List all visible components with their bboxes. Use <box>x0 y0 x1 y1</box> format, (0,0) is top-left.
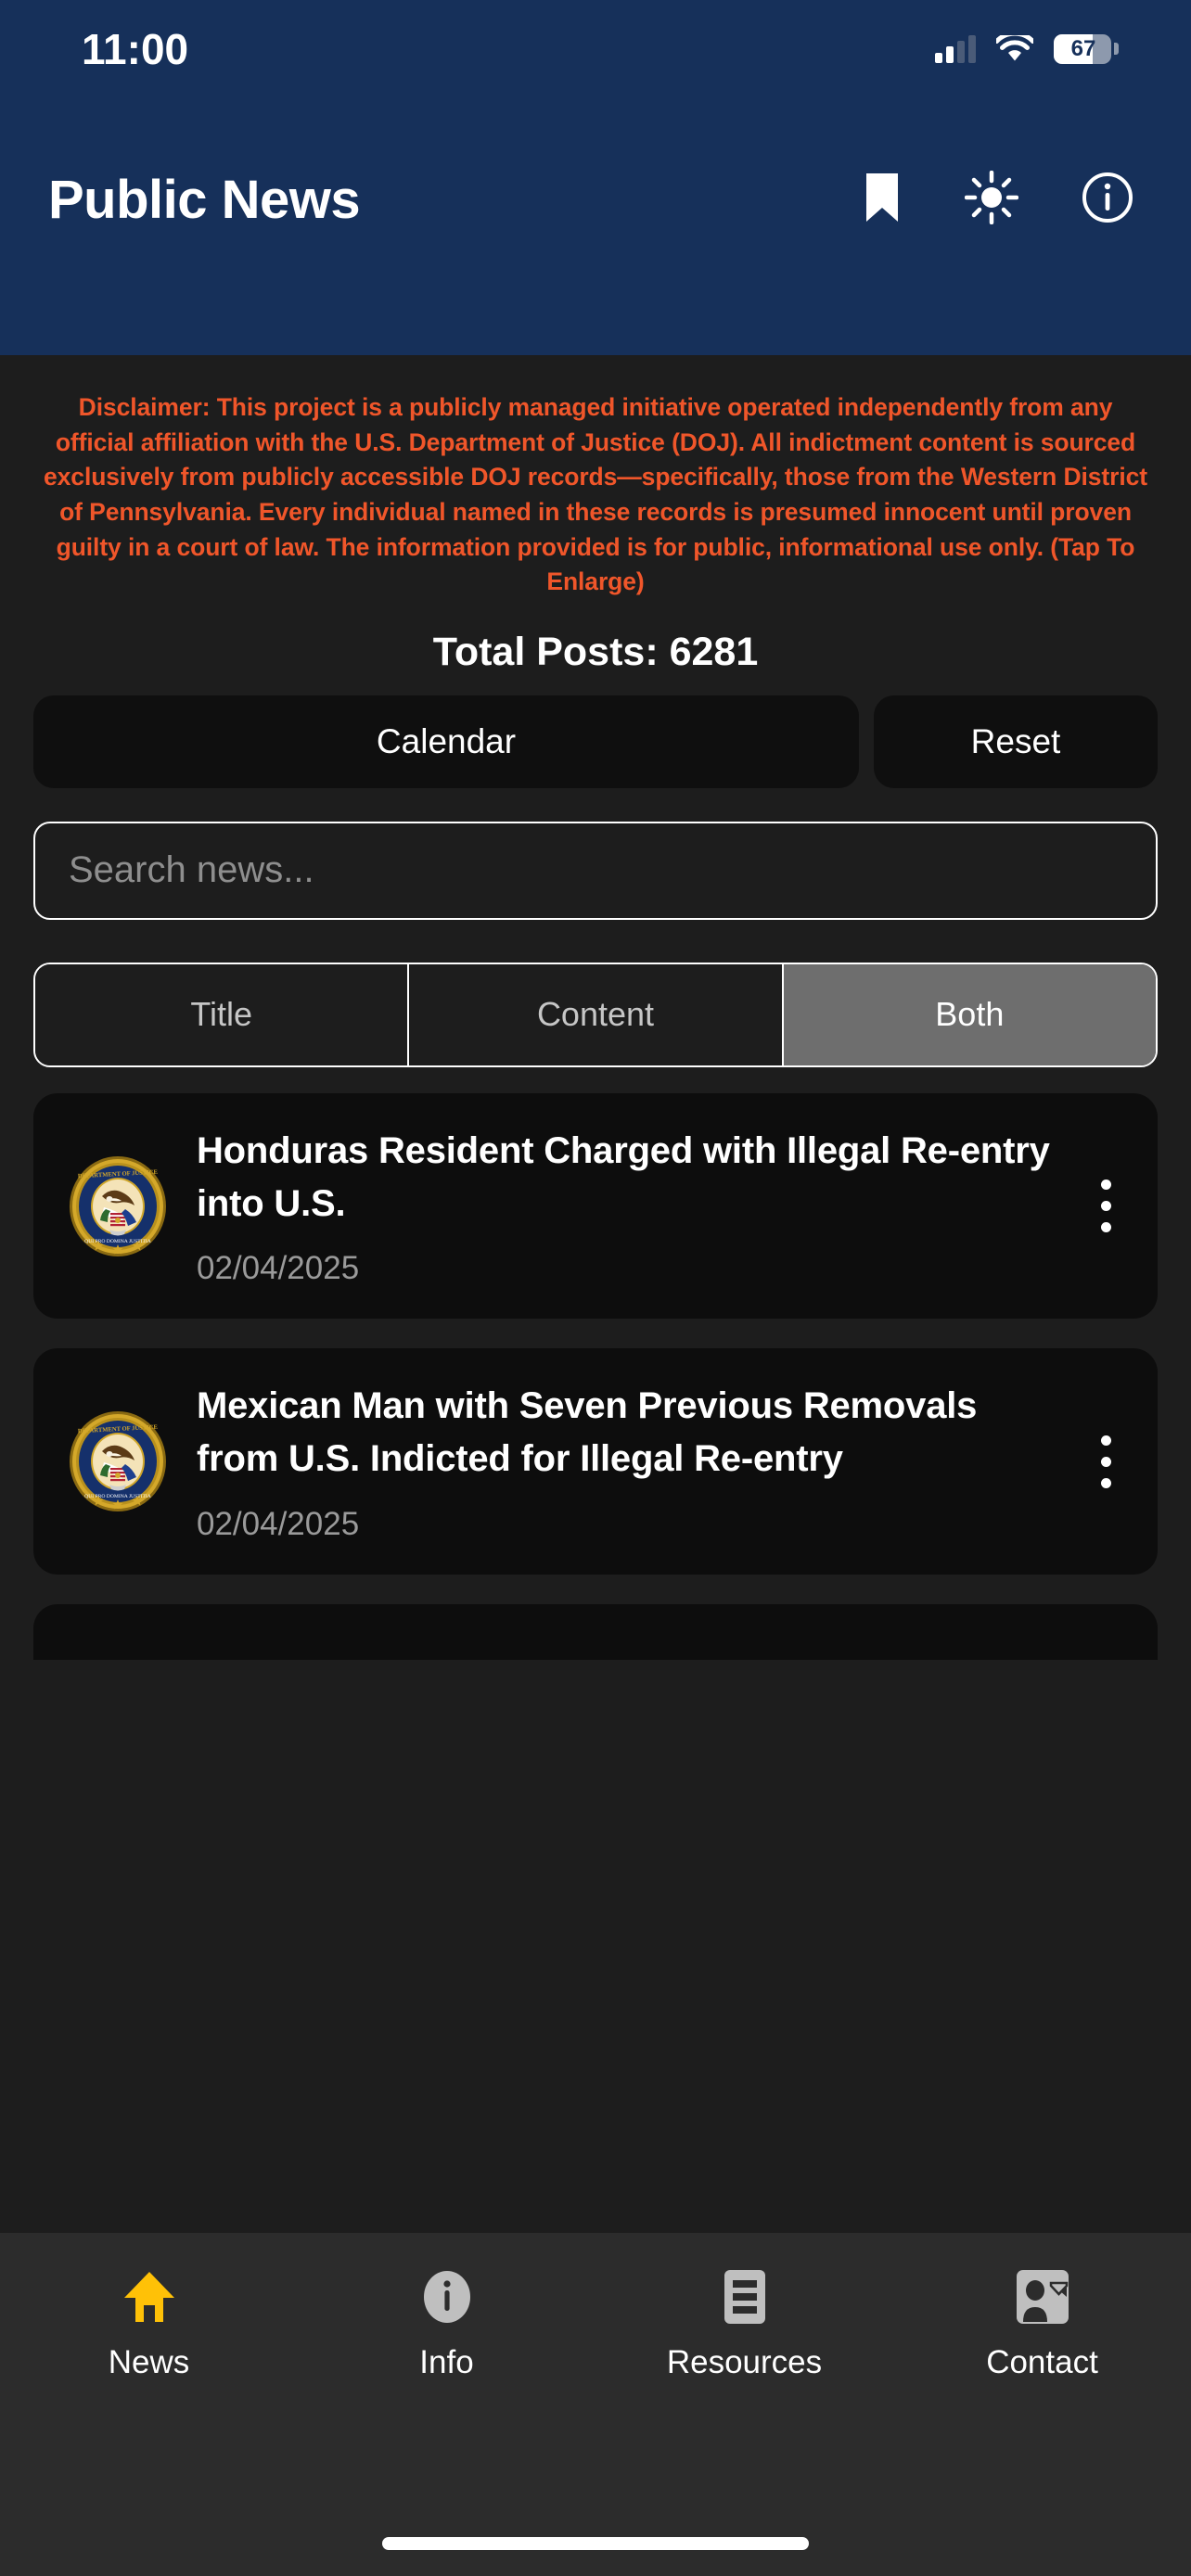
list-item[interactable]: DEPARTMENT OF JUSTICE QUI PRO DOMINA JUS… <box>33 1092 1158 1320</box>
kebab-menu-icon[interactable] <box>1085 1180 1126 1233</box>
app-screen: 11:00 67 Public News Disclaimer: This pr… <box>0 0 1191 2576</box>
tab-info[interactable]: Info <box>298 2268 596 2381</box>
search-container: Search news... <box>0 788 1191 920</box>
battery-percent: 67 <box>1070 35 1096 61</box>
action-button-row: Calendar Reset <box>0 675 1191 788</box>
news-title: Mexican Man with Seven Previous Removals… <box>197 1385 978 1480</box>
reset-button[interactable]: Reset <box>874 695 1158 788</box>
info-circle-icon <box>420 2268 474 2326</box>
list-document-icon <box>721 2268 769 2326</box>
calendar-button[interactable]: Calendar <box>33 695 859 788</box>
disclaimer-text[interactable]: Disclaimer: This project is a publicly m… <box>0 355 1191 600</box>
list-item[interactable]: DEPARTMENT OF JUSTICE QUI PRO DOMINA JUS… <box>33 1348 1158 1575</box>
news-date: 02/04/2025 <box>197 1250 360 1287</box>
home-icon <box>121 2268 178 2326</box>
status-bar: 11:00 67 <box>0 0 1191 97</box>
brightness-icon[interactable] <box>964 170 1019 229</box>
tab-label: Info <box>419 2344 474 2380</box>
doj-seal-icon: DEPARTMENT OF JUSTICE QUI PRO DOMINA JUS… <box>67 1410 169 1512</box>
kebab-menu-icon[interactable] <box>1085 1435 1126 1488</box>
page-title: Public News <box>48 169 361 230</box>
info-circle-icon[interactable] <box>1082 172 1133 228</box>
doj-seal-icon: DEPARTMENT OF JUSTICE QUI PRO DOMINA JUS… <box>67 1155 169 1257</box>
status-time: 11:00 <box>82 24 189 73</box>
tab-news[interactable]: News <box>0 2268 298 2381</box>
news-date: 02/04/2025 <box>197 1505 360 1542</box>
filter-option-content[interactable]: Content <box>409 963 784 1065</box>
tab-contact[interactable]: Contact <box>893 2268 1191 2381</box>
tab-label: Resources <box>666 2344 823 2380</box>
news-title: Honduras Resident Charged with Illegal R… <box>197 1129 1050 1224</box>
tab-resources[interactable]: Resources <box>596 2268 893 2381</box>
total-posts-label: Total Posts: 6281 <box>432 629 759 674</box>
home-indicator[interactable] <box>382 2537 809 2550</box>
app-header: 11:00 67 Public News <box>0 0 1191 355</box>
search-scope-segmented-control: Title Content Both <box>33 962 1158 1067</box>
contact-card-icon <box>1015 2268 1070 2326</box>
battery-icon: 67 <box>1054 33 1119 64</box>
list-item[interactable] <box>33 1603 1158 1660</box>
filter-container: Title Content Both <box>0 920 1191 1067</box>
filter-option-title[interactable]: Title <box>35 963 410 1065</box>
bottom-tab-bar: News Info Resources Contact <box>0 2233 1191 2576</box>
search-input[interactable]: Search news... <box>33 821 1158 920</box>
news-card-body: Mexican Man with Seven Previous Removals… <box>197 1380 1085 1543</box>
header-actions <box>863 170 1133 229</box>
news-list: DEPARTMENT OF JUSTICE QUI PRO DOMINA JUS… <box>0 1067 1191 1660</box>
header-title-row: Public News <box>0 144 1191 255</box>
main-content: Disclaimer: This project is a publicly m… <box>0 355 1191 2233</box>
tab-label: News <box>108 2344 190 2380</box>
search-placeholder: Search news... <box>69 849 314 891</box>
cellular-signal-icon <box>935 34 976 63</box>
svg-text:QUI PRO DOMINA JUSTITIA: QUI PRO DOMINA JUSTITIA <box>84 1239 151 1244</box>
wifi-icon <box>994 31 1035 63</box>
news-card-body: Honduras Resident Charged with Illegal R… <box>197 1125 1085 1288</box>
svg-text:QUI PRO DOMINA JUSTITIA: QUI PRO DOMINA JUSTITIA <box>84 1494 151 1499</box>
tab-label: Contact <box>986 2344 1098 2380</box>
bookmark-icon[interactable] <box>863 172 902 228</box>
filter-option-both[interactable]: Both <box>783 963 1156 1065</box>
status-indicators: 67 <box>935 31 1119 64</box>
